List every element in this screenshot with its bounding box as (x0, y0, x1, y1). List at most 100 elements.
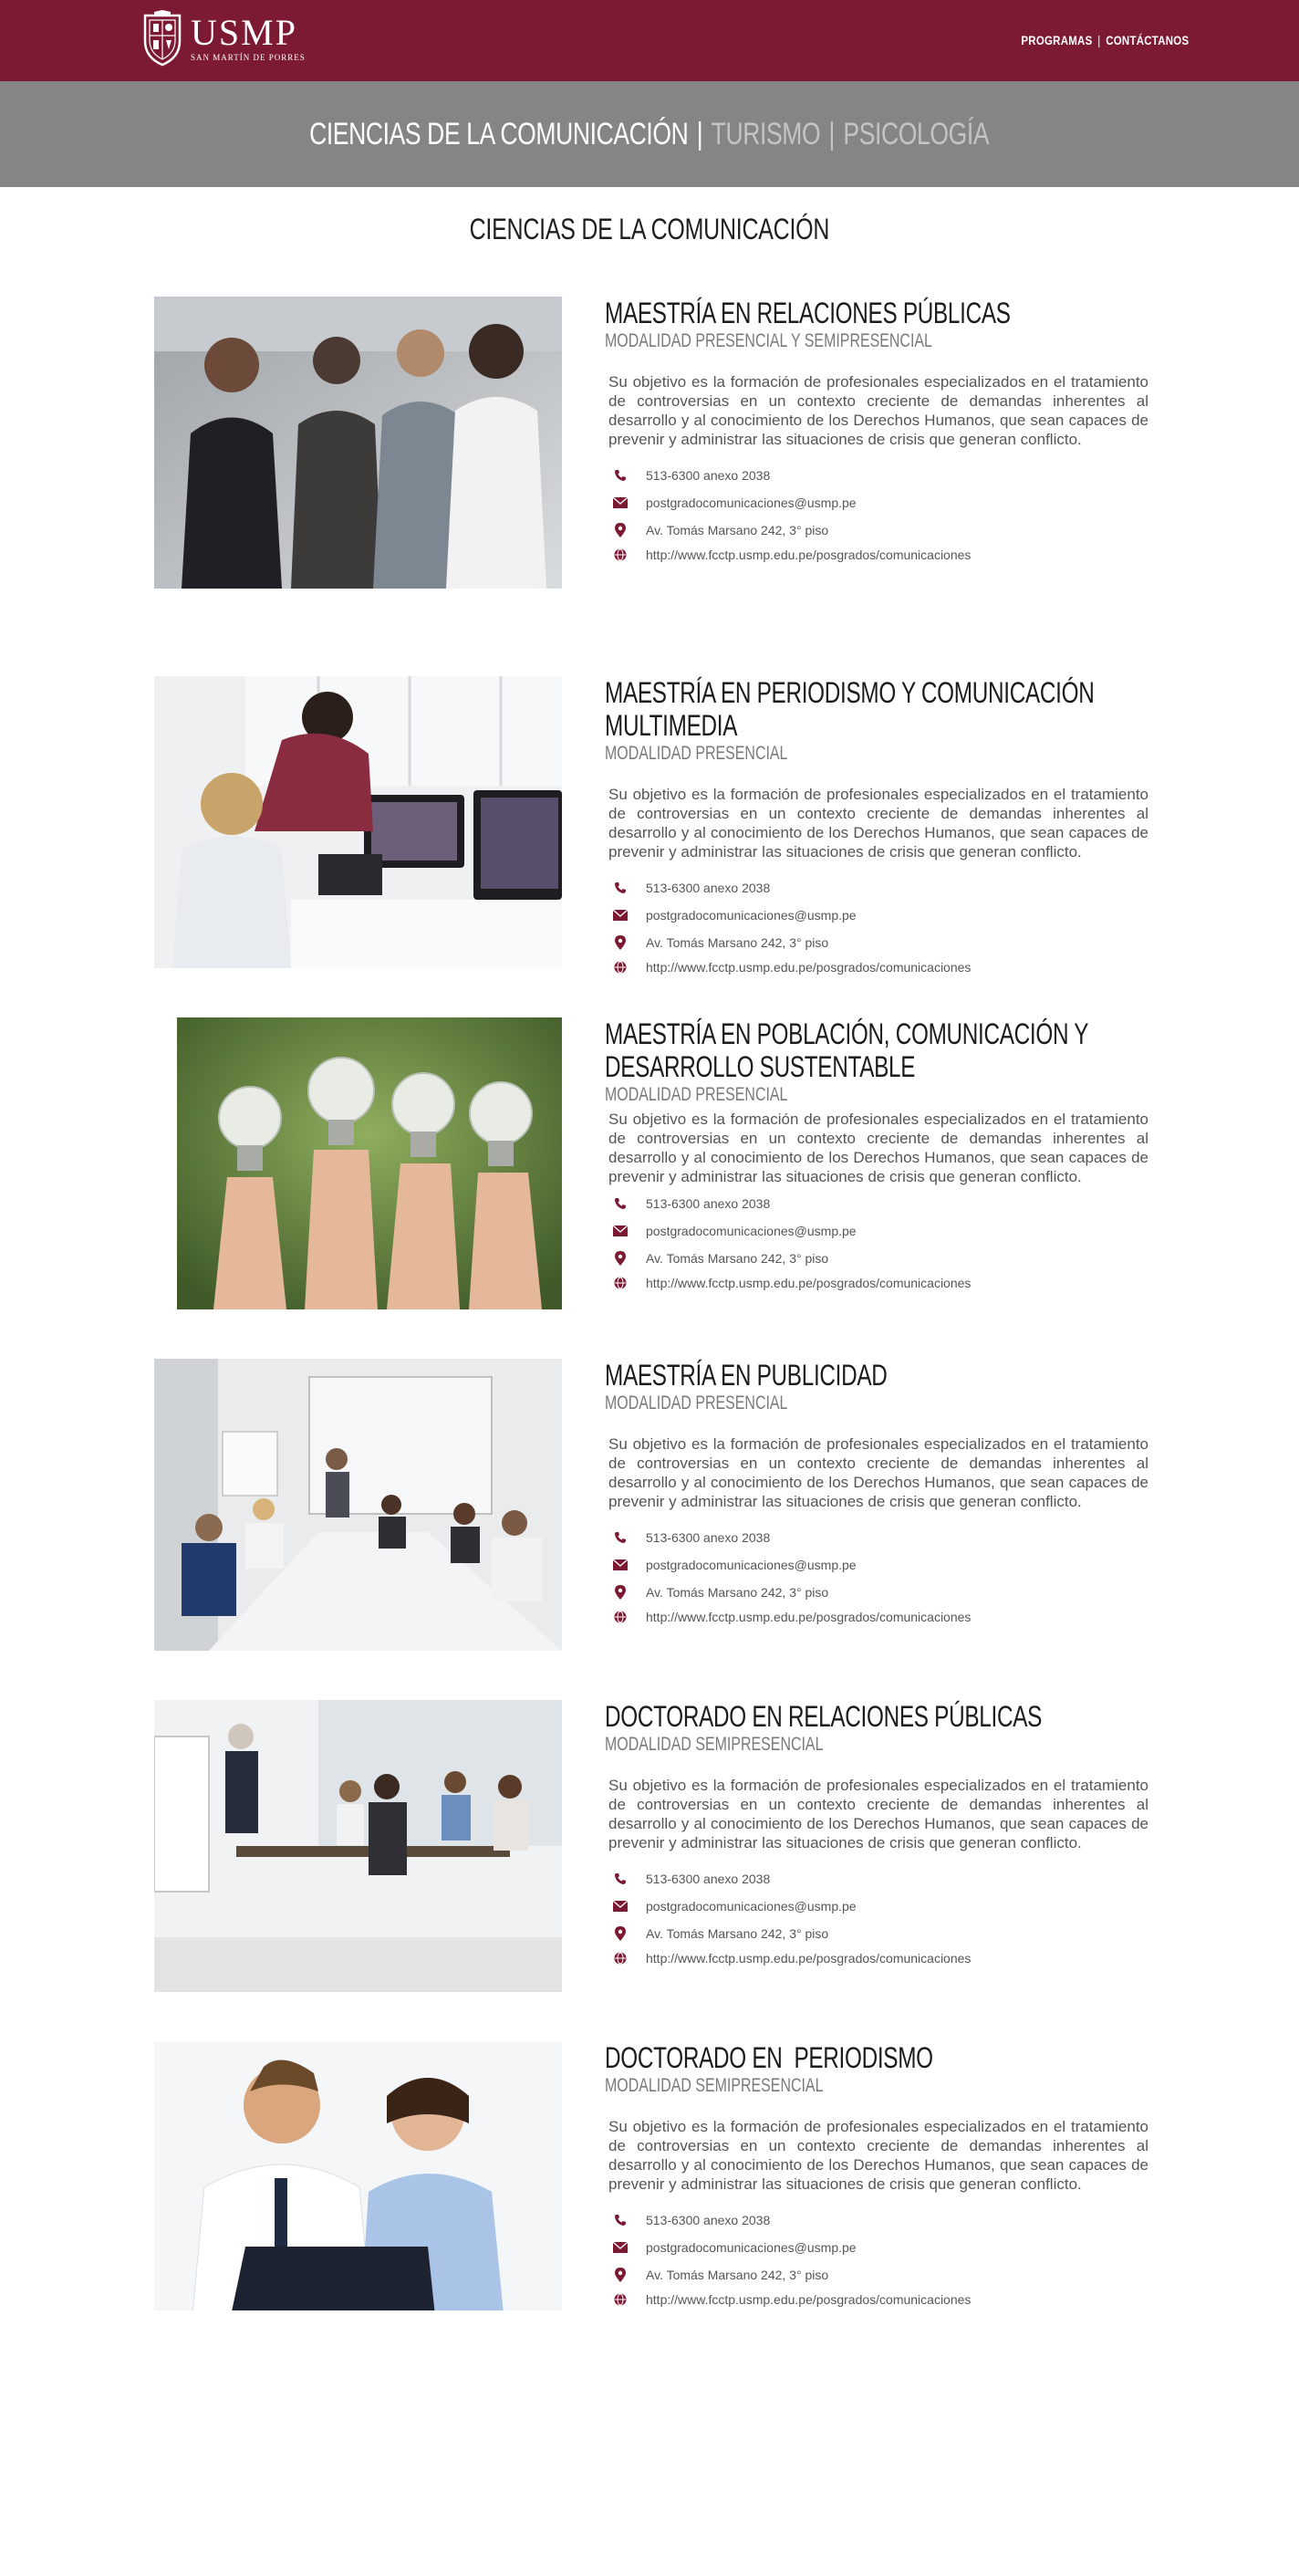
contact-address: Av. Tomás Marsano 242, 3° piso (605, 1245, 1152, 1272)
globe-icon (611, 1274, 629, 1292)
program-description: Su objetivo es la formación de profesion… (608, 1435, 1148, 1510)
globe-icon (611, 1949, 629, 1967)
email-link[interactable]: postgradocomunicaciones@usmp.pe (646, 908, 857, 923)
contact-address: Av. Tomás Marsano 242, 3° piso (605, 1920, 1152, 1947)
contact-web: http://www.fcctp.usmp.edu.pe/posgrados/c… (605, 1272, 1152, 1294)
contact-phone: 513-6300 anexo 2038 (605, 874, 1152, 902)
program-description: Su objetivo es la formación de profesion… (608, 1111, 1148, 1185)
crest-icon (143, 10, 182, 67)
website-link[interactable]: http://www.fcctp.usmp.edu.pe/posgrados/c… (646, 2292, 971, 2307)
contact-phone: 513-6300 anexo 2038 (605, 2206, 1152, 2234)
website-link[interactable]: http://www.fcctp.usmp.edu.pe/posgrados/c… (646, 960, 971, 975)
contact-phone: 513-6300 anexo 2038 (605, 1865, 1152, 1893)
phone-icon (611, 1870, 629, 1888)
contact-list: 513-6300 anexo 2038 postgradocomunicacio… (605, 2206, 1152, 2310)
program-title: DOCTORADO EN RELACIONES PÚBLICAS (605, 1700, 1043, 1733)
tab-separator: | (697, 116, 703, 151)
contact-web: http://www.fcctp.usmp.edu.pe/posgrados/c… (605, 544, 1152, 566)
location-pin-icon (611, 933, 629, 952)
contact-web: http://www.fcctp.usmp.edu.pe/posgrados/c… (605, 956, 1152, 978)
faculty-tabs-bar: CIENCIAS DE LA COMUNICACIÓN | TURISMO | … (0, 81, 1299, 187)
program-title: MAESTRÍA EN PUBLICIDAD (605, 1359, 888, 1392)
location-pin-icon (611, 1249, 629, 1267)
phone-text: 513-6300 anexo 2038 (646, 1196, 771, 1211)
globe-icon (611, 546, 629, 564)
program-description: Su objetivo es la formación de profesion… (608, 2118, 1148, 2193)
phone-text: 513-6300 anexo 2038 (646, 1530, 771, 1545)
section-title-text: CIENCIAS DE LA COMUNICACIÓN (469, 213, 830, 245)
tab-separator: | (828, 116, 836, 151)
email-link[interactable]: postgradocomunicaciones@usmp.pe (646, 1224, 857, 1238)
program-description: Su objetivo es la formación de profesion… (608, 786, 1148, 860)
faculty-tabs: CIENCIAS DE LA COMUNICACIÓN | TURISMO | … (309, 117, 989, 152)
location-pin-icon (611, 1924, 629, 1943)
address-text: Av. Tomás Marsano 242, 3° piso (646, 523, 829, 537)
globe-icon (611, 2290, 629, 2309)
phone-text: 513-6300 anexo 2038 (646, 468, 771, 483)
website-link[interactable]: http://www.fcctp.usmp.edu.pe/posgrados/c… (646, 1276, 971, 1290)
contact-list: 513-6300 anexo 2038 postgradocomunicacio… (605, 1190, 1152, 1294)
website-link[interactable]: http://www.fcctp.usmp.edu.pe/posgrados/c… (646, 1610, 971, 1624)
mail-icon (611, 1556, 629, 1574)
program-modality: MODALIDAD SEMIPRESENCIAL (605, 1734, 824, 1755)
team-photo (154, 297, 562, 589)
program-title: MAESTRÍA EN RELACIONES PÚBLICAS (605, 297, 1011, 329)
tab-ciencias-comunicacion[interactable]: CIENCIAS DE LA COMUNICACIÓN (309, 117, 689, 152)
contact-email: postgradocomunicaciones@usmp.pe (605, 1551, 1152, 1579)
contact-list: 513-6300 anexo 2038 postgradocomunicacio… (605, 1865, 1152, 1969)
phone-icon (611, 1194, 629, 1213)
usmp-logo[interactable]: USMP SAN MARTÍN DE PORRES (141, 9, 306, 68)
program-modality: MODALIDAD PRESENCIAL (605, 1392, 788, 1413)
phone-text: 513-6300 anexo 2038 (646, 881, 771, 895)
contact-email: postgradocomunicaciones@usmp.pe (605, 902, 1152, 929)
contact-phone: 513-6300 anexo 2038 (605, 462, 1152, 489)
monitors-photo (154, 676, 562, 968)
contact-list: 513-6300 anexo 2038 postgradocomunicacio… (605, 462, 1152, 566)
address-text: Av. Tomás Marsano 242, 3° piso (646, 2268, 829, 2282)
meeting-room-photo (154, 1359, 562, 1651)
program-title: DOCTORADO EN PERIODISMO (605, 2041, 933, 2074)
email-link[interactable]: postgradocomunicaciones@usmp.pe (646, 2240, 857, 2255)
program-title: MAESTRÍA EN POBLACIÓN, COMUNICACIÓN Y DE… (605, 1017, 1088, 1083)
location-pin-icon (611, 1583, 629, 1601)
phone-icon (611, 879, 629, 897)
phone-icon (611, 1528, 629, 1547)
globe-icon (611, 958, 629, 976)
website-link[interactable]: http://www.fcctp.usmp.edu.pe/posgrados/c… (646, 1951, 971, 1966)
address-text: Av. Tomás Marsano 242, 3° piso (646, 1251, 829, 1266)
nav-contactanos[interactable]: CONTÁCTANOS (1106, 33, 1189, 47)
location-pin-icon (611, 2266, 629, 2284)
contact-email: postgradocomunicaciones@usmp.pe (605, 2234, 1152, 2261)
email-link[interactable]: postgradocomunicaciones@usmp.pe (646, 1558, 857, 1572)
contact-phone: 513-6300 anexo 2038 (605, 1524, 1152, 1551)
contact-web: http://www.fcctp.usmp.edu.pe/posgrados/c… (605, 2289, 1152, 2310)
section-title: CIENCIAS DE LA COMUNICACIÓN (0, 213, 1299, 246)
contact-list: 513-6300 anexo 2038 postgradocomunicacio… (605, 1524, 1152, 1628)
presentation-photo (154, 1700, 562, 1992)
contact-email: postgradocomunicaciones@usmp.pe (605, 489, 1152, 516)
globe-icon (611, 1608, 629, 1626)
nav-separator: | (1096, 33, 1101, 47)
mail-icon (611, 1897, 629, 1915)
mail-icon (611, 906, 629, 924)
nav-programas[interactable]: PROGRAMAS (1021, 33, 1092, 47)
tab-turismo[interactable]: TURISMO (712, 117, 821, 152)
laptop-duo-photo (154, 2041, 562, 2333)
email-link[interactable]: postgradocomunicaciones@usmp.pe (646, 495, 857, 510)
website-link[interactable]: http://www.fcctp.usmp.edu.pe/posgrados/c… (646, 548, 971, 562)
location-pin-icon (611, 521, 629, 539)
phone-icon (611, 2211, 629, 2229)
phone-icon (611, 466, 629, 485)
contact-email: postgradocomunicaciones@usmp.pe (605, 1893, 1152, 1920)
program-modality: MODALIDAD PRESENCIAL (605, 743, 788, 764)
mail-icon (611, 494, 629, 512)
program-modality: MODALIDAD SEMIPRESENCIAL (605, 2075, 824, 2096)
tab-psicologia[interactable]: PSICOLOGÍA (844, 117, 990, 152)
contact-web: http://www.fcctp.usmp.edu.pe/posgrados/c… (605, 1947, 1152, 1969)
address-text: Av. Tomás Marsano 242, 3° piso (646, 935, 829, 950)
address-text: Av. Tomás Marsano 242, 3° piso (646, 1926, 829, 1941)
contact-web: http://www.fcctp.usmp.edu.pe/posgrados/c… (605, 1606, 1152, 1628)
email-link[interactable]: postgradocomunicaciones@usmp.pe (646, 1899, 857, 1914)
logo-name: USMP (191, 12, 297, 53)
phone-text: 513-6300 anexo 2038 (646, 1872, 771, 1886)
